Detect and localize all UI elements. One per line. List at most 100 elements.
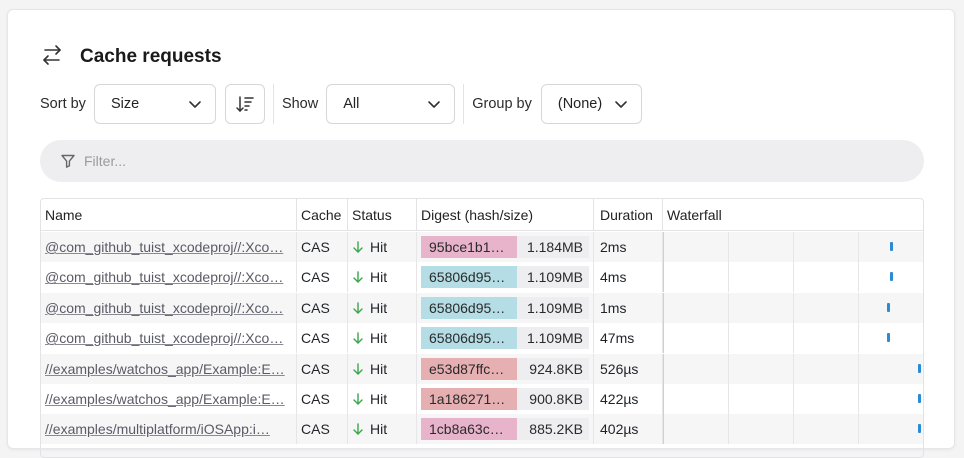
name-cell: @com_github_tuist_xcodeproj//:Xco… <box>41 262 297 293</box>
waterfall-bar[interactable] <box>887 333 891 343</box>
waterfall-cell <box>663 353 923 384</box>
cache-requests-table: Name Cache Status Digest (hash/size) Dur… <box>40 198 924 458</box>
duration-cell: 422µs <box>594 384 663 414</box>
status-cell: Hit <box>348 414 417 445</box>
waterfall-cell <box>663 414 923 445</box>
status-cell: Hit <box>348 232 417 262</box>
waterfall-bar[interactable] <box>918 394 922 403</box>
waterfall-bar[interactable] <box>918 363 922 373</box>
table-row[interactable]: @com_github_tuist_xcodeproj//:Xco… CAS Hit… <box>41 232 923 262</box>
target-name-link[interactable]: //examples/watchos_app/Example:E… <box>45 354 296 384</box>
arrow-down-icon <box>353 332 363 344</box>
digest-size: 900.8KB <box>529 391 583 407</box>
digest-hash: 1a186271… <box>421 388 517 410</box>
digest-badge: 65806d95… 1.109MB <box>421 266 589 289</box>
name-cell: @com_github_tuist_xcodeproj//:Xco… <box>41 323 297 354</box>
status-text: Hit <box>370 299 388 316</box>
digest-badge: 65806d95… 1.109MB <box>421 296 589 319</box>
status-text: Hit <box>370 269 388 286</box>
arrow-down-icon <box>353 423 363 436</box>
waterfall-start-line <box>663 262 664 293</box>
duration-cell: 2ms <box>594 232 663 262</box>
target-name-link[interactable]: @com_github_tuist_xcodeproj//:Xco… <box>45 232 296 262</box>
waterfall-cell <box>663 292 923 323</box>
name-cell: //examples/watchos_app/Example:E… <box>41 384 297 414</box>
digest-hash: 65806d95… <box>421 327 517 350</box>
waterfall-gridline <box>728 323 729 354</box>
name-cell: //examples/watchos_app/Example:E… <box>41 353 297 384</box>
column-header-digest[interactable]: Digest (hash/size) <box>417 199 594 231</box>
divider <box>272 84 274 124</box>
table-row[interactable]: @com_github_tuist_xcodeproj//:Xco… CAS Hit… <box>41 323 923 354</box>
status-cell: Hit <box>348 384 417 414</box>
waterfall-gridline <box>793 262 794 293</box>
column-header-waterfall[interactable]: Waterfall <box>663 199 923 231</box>
table-row[interactable]: //examples/watchos_app/Example:E… CAS Hit e… <box>41 353 923 384</box>
sort-by-label: Sort by <box>40 96 86 112</box>
waterfall-gridline <box>728 353 729 384</box>
digest-badge: 65806d95… 1.109MB <box>421 327 589 350</box>
digest-cell: 65806d95… 1.109MB <box>417 262 594 293</box>
digest-cell: 1a186271… 900.8KB <box>417 384 594 414</box>
page-title: Cache requests <box>80 46 222 67</box>
column-header-duration[interactable]: Duration <box>594 199 663 231</box>
waterfall-gridline <box>793 414 794 445</box>
table-header: Name Cache Status Digest (hash/size) Dur… <box>41 199 923 231</box>
target-name-link[interactable]: //examples/watchos_app/Example:E… <box>45 384 296 414</box>
waterfall-gridline <box>858 323 859 354</box>
show-label: Show <box>281 96 319 112</box>
waterfall-gridline <box>858 353 859 384</box>
waterfall-gridline <box>793 292 794 323</box>
name-cell: //examples/multiplatform/iOSApp:i… <box>41 414 297 445</box>
digest-cell: 65806d95… 1.109MB <box>417 292 594 323</box>
waterfall-gridline <box>728 384 729 414</box>
group-by-select[interactable]: (None) <box>540 84 642 124</box>
table-row[interactable]: //examples/watchos_app/Example:E… CAS Hit 1… <box>41 384 923 414</box>
waterfall-gridline <box>793 232 794 262</box>
waterfall-gridline <box>728 414 729 445</box>
waterfall-start-line <box>663 414 664 445</box>
table-row[interactable]: @com_github_tuist_xcodeproj//:Xco… CAS Hit… <box>41 262 923 293</box>
cache-cell: CAS <box>297 323 348 354</box>
column-header-name[interactable]: Name <box>41 199 297 231</box>
waterfall-gridline <box>793 323 794 354</box>
digest-size: 1.109MB <box>526 269 583 286</box>
waterfall-start-line <box>663 232 664 262</box>
duration-cell: 402µs <box>594 414 663 445</box>
sort-direction-button[interactable] <box>224 84 265 124</box>
arrow-down-icon <box>353 271 363 284</box>
table-row[interactable]: @com_github_tuist_xcodeproj//:Xco… CAS Hit… <box>41 292 923 323</box>
digest-badge: 95bce1b1… 1.184MB <box>421 236 589 258</box>
toolbar: Sort by Size Show All Group by (None) <box>40 84 642 124</box>
cache-cell: CAS <box>297 384 348 414</box>
name-cell: @com_github_tuist_xcodeproj//:Xco… <box>41 292 297 323</box>
chevron-down-icon <box>428 101 441 108</box>
waterfall-gridline <box>728 232 729 262</box>
target-name-link[interactable]: //examples/multiplatform/iOSApp:i… <box>45 414 296 444</box>
waterfall-bar[interactable] <box>890 242 894 251</box>
arrows-exchange-icon <box>40 43 64 72</box>
waterfall-gridline <box>858 414 859 445</box>
filter-input[interactable] <box>84 153 884 169</box>
target-name-link[interactable]: @com_github_tuist_xcodeproj//:Xco… <box>45 262 296 292</box>
waterfall-gridline <box>858 262 859 293</box>
waterfall-bar[interactable] <box>887 302 891 312</box>
digest-cell: 65806d95… 1.109MB <box>417 323 594 354</box>
column-header-cache[interactable]: Cache <box>297 199 348 231</box>
waterfall-bar[interactable] <box>890 272 894 282</box>
filter-bar[interactable] <box>40 140 924 182</box>
sort-by-select[interactable]: Size <box>93 84 216 124</box>
show-select[interactable]: All <box>326 84 456 124</box>
target-name-link[interactable]: @com_github_tuist_xcodeproj//:Xco… <box>45 293 296 323</box>
table-row[interactable]: //examples/multiplatform/iOSApp:i… CAS Hit… <box>41 414 923 445</box>
digest-badge: 1cb8a63c… 885.2KB <box>421 418 589 441</box>
column-header-status[interactable]: Status <box>348 199 417 231</box>
waterfall-gridline <box>793 353 794 384</box>
digest-hash: 95bce1b1… <box>421 236 517 258</box>
waterfall-start-line <box>663 323 664 354</box>
target-name-link[interactable]: @com_github_tuist_xcodeproj//:Xco… <box>45 323 296 353</box>
group-by-value: (None) <box>557 96 603 112</box>
cache-cell: CAS <box>297 353 348 384</box>
waterfall-gridline <box>858 232 859 262</box>
waterfall-start-line <box>663 292 664 323</box>
